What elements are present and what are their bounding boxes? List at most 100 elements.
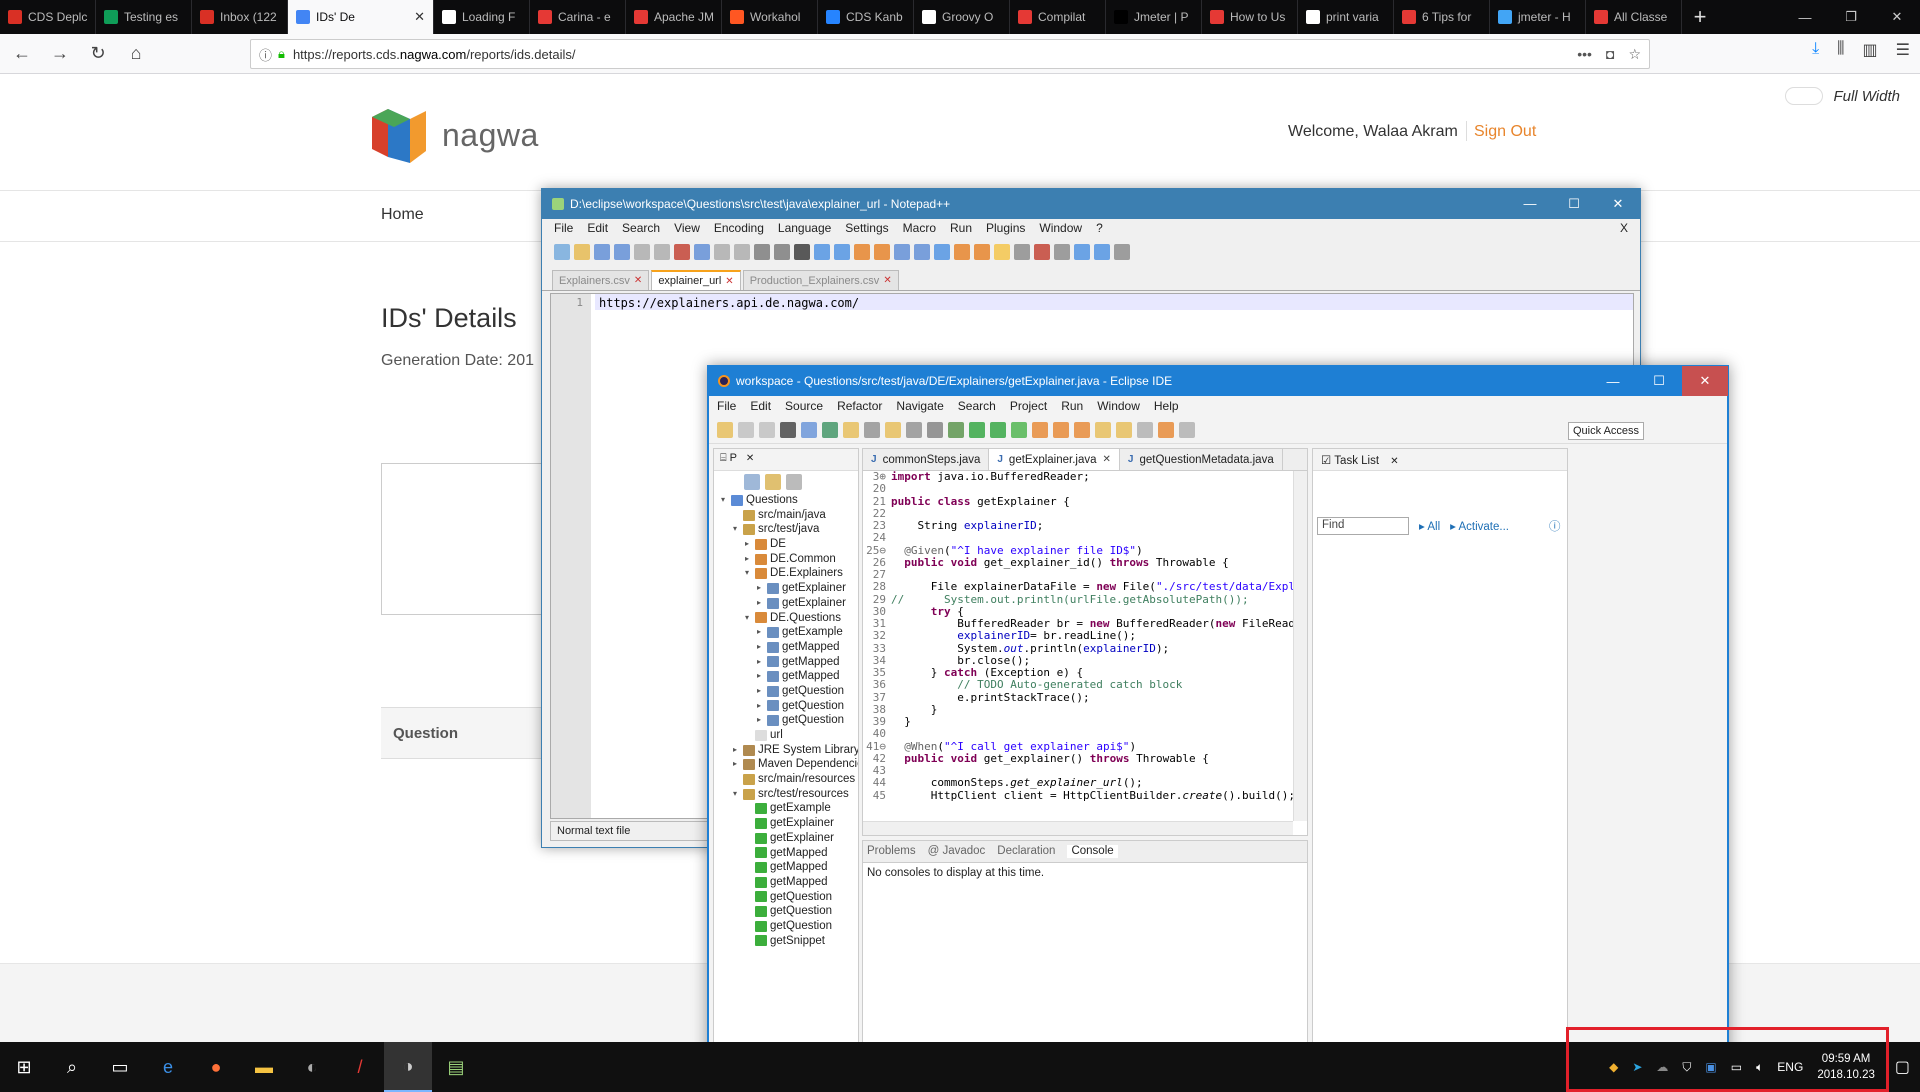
tree-item[interactable]: ▸ JRE System Library	[714, 743, 858, 758]
tree-item[interactable]: getQuestion	[714, 904, 858, 919]
tree-expand-icon[interactable]: ▸	[754, 640, 764, 655]
help-icon[interactable]: ⓘ	[1549, 518, 1561, 534]
toolbar-button-icon[interactable]	[594, 244, 610, 260]
tree-expand-icon[interactable]: ▸	[754, 684, 764, 699]
tree-expand-icon[interactable]: ▸	[754, 713, 764, 728]
link-editor-icon[interactable]	[765, 474, 781, 490]
toolbar-button-icon[interactable]	[843, 421, 859, 438]
pocket-icon[interactable]: ◘	[1606, 46, 1614, 63]
toolbar-button-icon[interactable]	[794, 244, 810, 260]
eclipse-active-taskbar-icon[interactable]: ◑	[384, 1042, 432, 1092]
back-icon[interactable]: ←	[6, 38, 38, 70]
tray-window-icon[interactable]: ▣	[1705, 1060, 1716, 1074]
code-line[interactable]: 26 public void get_explainer_id() throws…	[863, 556, 1293, 569]
editor-tab[interactable]: JcommonSteps.java	[863, 449, 990, 470]
package-explorer[interactable]: ⌸ P ✕ ▾ Questions src/main/java ▾ src/test/j…	[713, 448, 859, 1088]
tree-expand-icon[interactable]: ▾	[742, 611, 752, 626]
toolbar-button-icon[interactable]	[574, 244, 590, 260]
close-icon[interactable]: ✕	[1596, 196, 1640, 212]
code-line[interactable]: 29// System.out.println(urlFile.getAbsol…	[863, 593, 1293, 606]
toolbar-button-icon[interactable]	[1034, 244, 1050, 260]
filter-all-link[interactable]: ▸ All	[1419, 519, 1440, 533]
code-line[interactable]: 32 explainerID= br.readLine();	[863, 629, 1293, 642]
tree-item[interactable]: ▸ getExplainer	[714, 596, 858, 611]
editor-tab[interactable]: JgetQuestionMetadata.java	[1120, 449, 1283, 470]
browser-tab[interactable]: Jmeter | P	[1106, 0, 1202, 34]
tree-expand-icon[interactable]: ▸	[730, 743, 740, 758]
code-line[interactable]: 36 // TODO Auto-generated catch block	[863, 678, 1293, 691]
edge-icon[interactable]: e	[144, 1042, 192, 1092]
minimize-icon[interactable]: —	[1590, 366, 1636, 396]
toolbar-button-icon[interactable]	[774, 244, 790, 260]
bookmark-star-icon[interactable]: ☆	[1628, 46, 1641, 63]
tree-item[interactable]: getMapped	[714, 875, 858, 890]
tree-expand-icon[interactable]: ▸	[754, 596, 764, 611]
tree-expand-icon[interactable]: ▾	[730, 522, 740, 537]
search-icon[interactable]: ⌕	[48, 1042, 96, 1092]
toolbar-button-icon[interactable]	[694, 244, 710, 260]
tree-item[interactable]: ▸ getExample	[714, 625, 858, 640]
tree-item[interactable]: ▾ src/test/java	[714, 522, 858, 537]
tree-item[interactable]: ▸ Maven Dependencies	[714, 757, 858, 772]
tree-item[interactable]: ▸ getExplainer	[714, 581, 858, 596]
browser-tab[interactable]: Testing es	[96, 0, 192, 34]
browser-tab[interactable]: IDs' De ✕	[288, 0, 434, 34]
full-width-toggle[interactable]: Full Width	[1785, 87, 1900, 105]
toolbar-button-icon[interactable]	[1054, 244, 1070, 260]
menu-item[interactable]: Search	[958, 399, 996, 413]
close-tab-icon[interactable]: ✕	[634, 275, 642, 286]
volume-icon[interactable]: 🔈︎	[1756, 1060, 1763, 1075]
toolbar-button-icon[interactable]	[1116, 421, 1132, 438]
library-icon[interactable]: ⫼	[1837, 40, 1844, 60]
toolbar-button-icon[interactable]	[914, 244, 930, 260]
browser-tab[interactable]: jmeter - H	[1490, 0, 1586, 34]
jmeter-taskbar-icon[interactable]: /	[336, 1042, 384, 1092]
menu-item[interactable]: Macro	[903, 221, 936, 237]
code-line[interactable]: 37 e.printStackTrace();	[863, 691, 1293, 704]
toolbar-button-icon[interactable]	[1011, 421, 1027, 438]
tree-expand-icon[interactable]: ▸	[730, 757, 740, 772]
tree-item[interactable]: ▸ getQuestion	[714, 699, 858, 714]
toggle-switch[interactable]	[1785, 87, 1824, 105]
code-line[interactable]: 39 }	[863, 715, 1293, 728]
toolbar-button-icon[interactable]	[1179, 421, 1195, 438]
code-line[interactable]: 38 }	[863, 703, 1293, 716]
browser-tab[interactable]: CDS Deplc	[0, 0, 96, 34]
tree-expand-icon[interactable]: ▸	[754, 699, 764, 714]
info-icon[interactable]: ⓘ	[259, 45, 272, 64]
tree-expand-icon[interactable]: ▾	[718, 493, 728, 508]
sign-out-link[interactable]: Sign Out	[1474, 123, 1536, 141]
code-line[interactable]: 21 public class getExplainer {	[863, 495, 1293, 508]
toolbar-button-icon[interactable]	[780, 421, 796, 438]
toolbar-button-icon[interactable]	[834, 244, 850, 260]
toolbar-button-icon[interactable]	[994, 244, 1010, 260]
tree-item[interactable]: ▸ getQuestion	[714, 713, 858, 728]
menu-item[interactable]: Navigate	[896, 399, 943, 413]
tree-item[interactable]: ▾ DE.Explainers	[714, 566, 858, 581]
toolbar-button-icon[interactable]	[885, 421, 901, 438]
focus-icon[interactable]	[786, 474, 802, 490]
menu-item[interactable]: View	[674, 221, 700, 237]
tree-expand-icon[interactable]: ▸	[754, 581, 764, 596]
tree-item[interactable]: ▸ DE.Common	[714, 552, 858, 567]
task-list-view[interactable]: ☑ Task List ✕ Find ▸ All ▸ Activate... ⓘ	[1312, 448, 1568, 1088]
windows-start-icon[interactable]: ⊞	[0, 1042, 48, 1092]
menu-item[interactable]: Search	[622, 221, 660, 237]
code-line[interactable]: 3⊕ import java.io.BufferedReader;	[863, 470, 1293, 483]
code-line[interactable]: 23 String explainerID;	[863, 519, 1293, 532]
close-tab-icon[interactable]: ✕	[725, 276, 733, 287]
nagwa-logo[interactable]: nagwa	[366, 105, 539, 165]
editor-horizontal-scrollbar[interactable]	[863, 821, 1293, 835]
close-document-button[interactable]: X	[1620, 221, 1628, 237]
tree-item[interactable]: getQuestion	[714, 919, 858, 934]
toolbar-button-icon[interactable]	[906, 421, 922, 438]
maximize-icon[interactable]: ☐	[1552, 196, 1596, 212]
toolbar-button-icon[interactable]	[927, 421, 943, 438]
menu-item[interactable]: Plugins	[986, 221, 1025, 237]
minimize-icon[interactable]: —	[1508, 196, 1552, 212]
code-area[interactable]: 3⊕ import java.io.BufferedReader; 20 21 publ…	[863, 470, 1307, 821]
menu-item[interactable]: Edit	[587, 221, 608, 237]
eclipse-titlebar[interactable]: workspace - Questions/src/test/java/DE/E…	[708, 366, 1728, 396]
quick-access-field[interactable]: Quick Access	[1568, 422, 1645, 440]
code-line[interactable]: 45 HttpClient client = HttpClientBuilder…	[863, 789, 1295, 802]
